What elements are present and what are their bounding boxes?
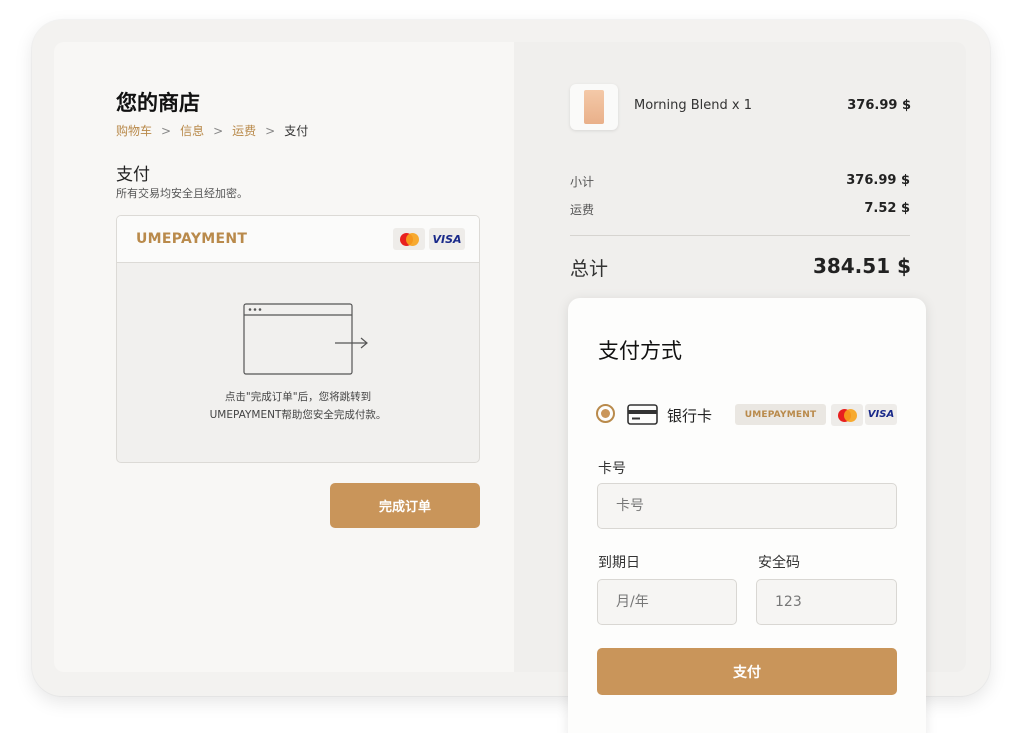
breadcrumb-shipping[interactable]: 运费 bbox=[232, 122, 256, 139]
bank-card-radio[interactable] bbox=[596, 404, 615, 423]
expiry-input[interactable] bbox=[597, 579, 737, 625]
cvv-label: 安全码 bbox=[758, 555, 800, 571]
product-price: 376.99 $ bbox=[847, 98, 911, 113]
payment-section-title: 支付 bbox=[116, 165, 150, 185]
subtotal-label: 小计 bbox=[570, 175, 595, 189]
expiry-label: 到期日 bbox=[598, 555, 640, 571]
umepayment-badge: UMEPAYMENT bbox=[735, 404, 826, 425]
payment-section-subtitle: 所有交易均安全且经加密。 bbox=[116, 187, 248, 200]
breadcrumb-information[interactable]: 信息 bbox=[180, 122, 204, 139]
product-name: Morning Blend x 1 bbox=[634, 98, 753, 113]
complete-order-button[interactable]: 完成订单 bbox=[330, 483, 480, 528]
provider-name: UMEPAYMENT bbox=[136, 231, 248, 247]
redirect-message-line2: UMEPAYMENT帮助您安全完成付款。 bbox=[209, 409, 387, 421]
cvv-input[interactable] bbox=[756, 579, 897, 625]
card-number-label: 卡号 bbox=[598, 461, 626, 477]
breadcrumb-cart[interactable]: 购物车 bbox=[116, 122, 152, 139]
breadcrumb-separator: > bbox=[161, 123, 172, 138]
payment-method-title: 支付方式 bbox=[598, 339, 682, 363]
redirect-message: 点击"完成订单"后，您将跳转到 UMEPAYMENT帮助您安全完成付款。 bbox=[117, 388, 479, 424]
redirect-window-icon bbox=[243, 303, 368, 375]
card-brands: VISA bbox=[393, 228, 465, 250]
subtotal-value: 376.99 $ bbox=[846, 173, 910, 188]
visa-icon: VISA bbox=[429, 228, 465, 250]
redirect-message-line1: 点击"完成订单"后，您将跳转到 bbox=[224, 391, 372, 403]
payment-method-card: 支付方式 银行卡 UMEPAYMENT VISA 卡号 到期日 安全码 支付 bbox=[568, 298, 926, 733]
breadcrumb-payment: 支付 bbox=[284, 124, 309, 138]
total-label: 总计 bbox=[570, 258, 609, 280]
bank-card-label[interactable]: 银行卡 bbox=[667, 405, 712, 426]
card-number-input[interactable] bbox=[597, 483, 897, 529]
mastercard-icon bbox=[393, 228, 425, 250]
mastercard-icon bbox=[831, 404, 863, 426]
payment-provider-header[interactable]: UMEPAYMENT VISA bbox=[117, 216, 479, 263]
shipping-label: 运费 bbox=[570, 203, 595, 217]
credit-card-icon bbox=[627, 404, 658, 425]
breadcrumb-separator: > bbox=[265, 123, 276, 138]
summary-divider bbox=[570, 235, 910, 236]
pay-button[interactable]: 支付 bbox=[597, 648, 897, 695]
breadcrumb: 购物车 > 信息 > 运费 > 支付 bbox=[116, 122, 308, 139]
payment-provider-box: UMEPAYMENT VISA 点击"完成订单"后，您将跳转到 UMEPAYME… bbox=[116, 215, 480, 463]
store-title: 您的商店 bbox=[116, 91, 200, 115]
shipping-value: 7.52 $ bbox=[864, 201, 910, 216]
visa-icon: VISA bbox=[865, 404, 897, 425]
breadcrumb-separator: > bbox=[213, 123, 224, 138]
product-thumbnail bbox=[570, 84, 618, 130]
total-value: 384.51 $ bbox=[812, 254, 911, 278]
